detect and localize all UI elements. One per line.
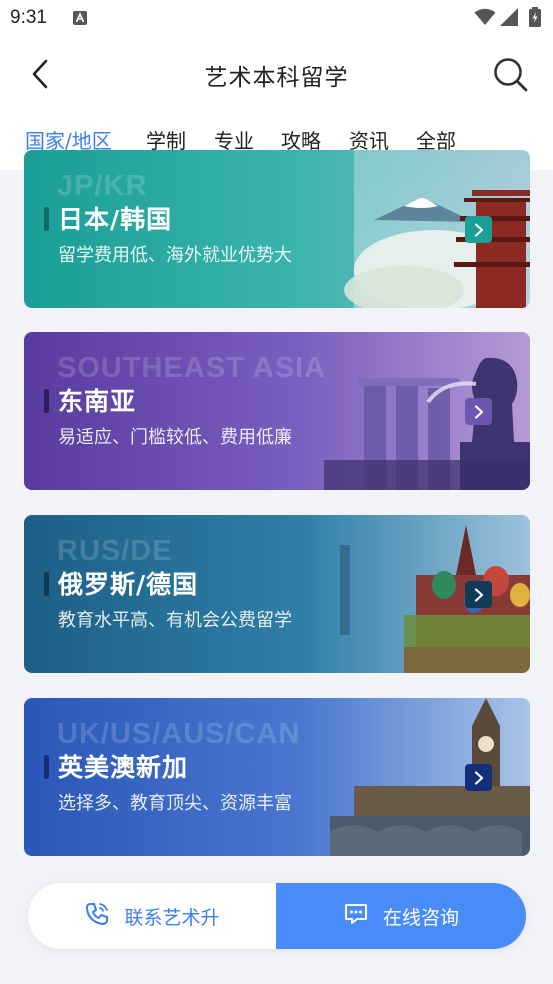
battery-charging-icon (529, 7, 541, 31)
page-title: 艺术本科留学 (204, 65, 349, 91)
card-accent-bar (44, 572, 49, 596)
card-description: 易适应、门槛较低、费用低廉 (58, 427, 292, 448)
card-accent-bar (44, 389, 49, 413)
card-en-label: RUS/DE (57, 535, 173, 567)
online-consult-button[interactable]: 在线咨询 (276, 883, 526, 949)
chevron-right-icon[interactable] (465, 764, 492, 791)
destination-card-southeast-asia[interactable]: SOUTHEAST ASIA 东南亚 易适应、门槛较低、费用低廉 (24, 332, 530, 490)
chat-icon (343, 901, 369, 931)
nav-bar: 艺术本科留学 (0, 36, 553, 110)
card-accent-bar (44, 207, 49, 231)
phone-icon (84, 901, 110, 931)
card-title: 东南亚 (58, 387, 137, 416)
wifi-icon (474, 8, 496, 30)
status-time: 9:31 (10, 7, 47, 28)
chevron-right-icon[interactable] (465, 216, 492, 243)
card-description: 选择多、教育顶尖、资源丰富 (58, 793, 292, 814)
card-description: 教育水平高、有机会公费留学 (58, 610, 292, 631)
status-bar: 9:31 (0, 0, 553, 36)
destination-card-rus-de[interactable]: RUS/DE 俄罗斯/德国 教育水平高、有机会公费留学 (24, 515, 530, 673)
contact-label: 联系艺术升 (124, 906, 220, 929)
consult-label: 在线咨询 (382, 906, 459, 929)
card-accent-bar (44, 755, 49, 779)
a-notification-icon (73, 10, 87, 29)
card-en-label: UK/US/AUS/CAN (57, 718, 301, 750)
search-icon[interactable] (492, 56, 530, 98)
card-title: 日本/韩国 (58, 205, 173, 234)
card-en-label: JP/KR (57, 170, 148, 202)
destination-card-uk-us-aus-can[interactable]: UK/US/AUS/CAN 英美澳新加 选择多、教育顶尖、资源丰富 (24, 698, 530, 856)
destination-card-jp-kr[interactable]: JP/KR 日本/韩国 留学费用低、海外就业优势大 (24, 150, 530, 308)
card-en-label: SOUTHEAST ASIA (57, 352, 327, 384)
chevron-right-icon[interactable] (465, 581, 492, 608)
card-description: 留学费用低、海外就业优势大 (58, 245, 292, 266)
card-title: 俄罗斯/德国 (58, 570, 199, 599)
contact-button[interactable]: 联系艺术升 (28, 883, 276, 949)
card-title: 英美澳新加 (58, 753, 189, 782)
signal-icon (500, 8, 518, 30)
chevron-right-icon[interactable] (465, 398, 492, 425)
bottom-action-bar: 联系艺术升 在线咨询 (28, 883, 526, 949)
